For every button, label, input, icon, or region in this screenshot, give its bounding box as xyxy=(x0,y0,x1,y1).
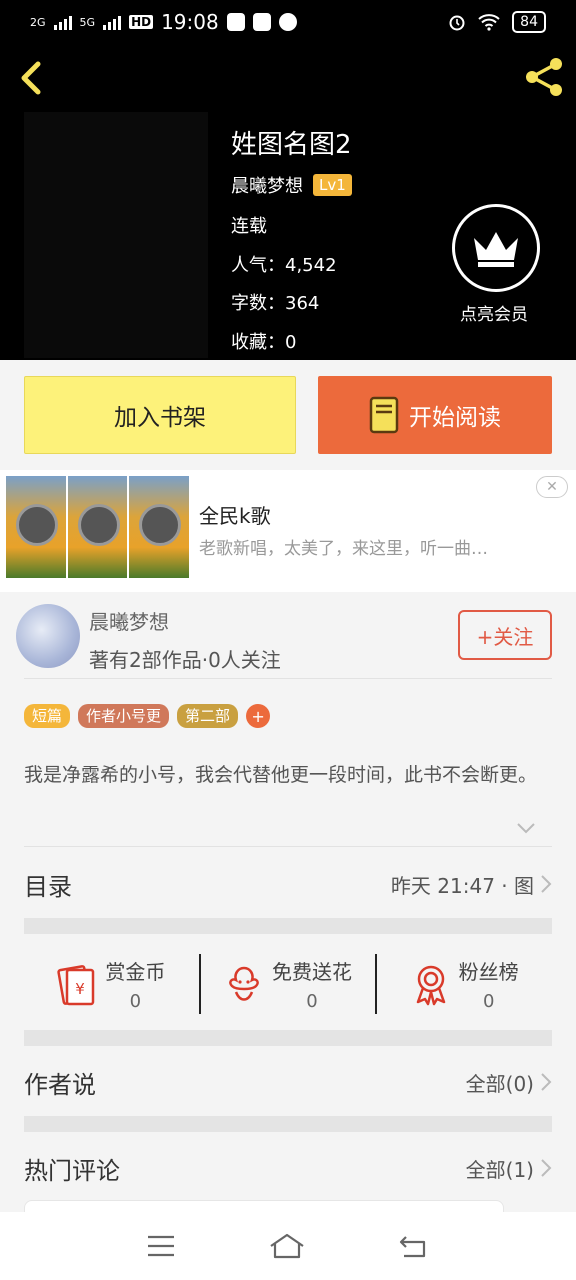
crown-icon xyxy=(474,232,518,267)
section-separator xyxy=(24,918,552,934)
hot-comments-title: 热门评论 xyxy=(24,1156,120,1185)
ad-title[interactable]: 全民k歌 xyxy=(199,500,271,529)
back-icon[interactable] xyxy=(14,58,50,98)
vip-label: 点亮会员 xyxy=(460,305,528,325)
system-nav-bar xyxy=(0,1212,576,1280)
action-area: 加入书架 开始阅读 xyxy=(0,360,576,470)
hot-comments-row[interactable]: 热门评论 全部(1) xyxy=(24,1132,552,1204)
alarm-icon xyxy=(449,15,465,31)
flash-icon xyxy=(252,13,271,31)
author-line: 晨曦梦想 Lv1 xyxy=(231,172,352,198)
author-says-title: 作者说 xyxy=(24,1070,96,1099)
vip-button[interactable]: 点亮会员 xyxy=(452,204,540,325)
chevron-right-icon xyxy=(541,1073,552,1091)
ad-description: 老歌新唱，太美了，来这里，听一曲… xyxy=(199,539,488,559)
flower-icon xyxy=(229,966,259,1001)
chevron-right-icon xyxy=(541,1159,552,1177)
reward-label: 粉丝榜 xyxy=(458,960,519,984)
tag-item[interactable]: 第二部 xyxy=(177,704,239,728)
notification-icon xyxy=(226,13,245,31)
follow-button[interactable]: +关注 xyxy=(458,610,552,660)
book-popularity: 人气：4,542 xyxy=(231,255,337,276)
menu-icon[interactable] xyxy=(146,1234,176,1258)
section-separator xyxy=(24,1116,552,1132)
detail-section: 晨曦梦想 著有2部作品·0人关注 +关注 短篇 作者小号更 第二部 + 我是净露… xyxy=(0,592,576,1240)
wifi-icon xyxy=(478,14,500,31)
book-cover[interactable] xyxy=(24,112,208,358)
book-word-count: 字数：364 xyxy=(231,293,320,314)
author-name[interactable]: 晨曦梦想 xyxy=(231,172,303,198)
network-5g-label: 5G xyxy=(79,15,96,29)
red-envelope-icon: ¥ xyxy=(57,965,95,1006)
book-header: 姓图名图2 晨曦梦想 Lv1 连载 人气：4,542 字数：364 收藏：0 点… xyxy=(0,44,576,360)
book-favorites: 收藏：0 xyxy=(231,332,297,353)
network-2g-label: 2G xyxy=(30,15,46,29)
book-status: 连载 xyxy=(231,216,267,237)
author-profile-name[interactable]: 晨曦梦想 xyxy=(89,606,169,635)
medal-icon xyxy=(416,965,445,1006)
reward-coins[interactable]: ¥ 赏金币 0 xyxy=(24,956,199,1012)
add-to-shelf-button[interactable]: 加入书架 xyxy=(24,376,296,454)
start-reading-label: 开始阅读 xyxy=(409,405,501,431)
ad-close-button[interactable]: ✕ xyxy=(536,476,568,498)
tag-item[interactable]: 短篇 xyxy=(24,704,71,728)
book-description: 我是净露希的小号，我会代替他更一段时间，此书不会断更。 xyxy=(24,764,538,786)
reward-label: 免费送花 xyxy=(272,960,352,984)
catalog-title: 目录 xyxy=(24,872,72,901)
tag-item[interactable]: 作者小号更 xyxy=(78,704,170,728)
ad-banner[interactable]: 全民k歌 老歌新唱，太美了，来这里，听一曲… ✕ xyxy=(0,470,576,592)
signal-icon xyxy=(53,14,72,30)
signal-icon-2 xyxy=(103,14,122,30)
add-tag-button[interactable]: + xyxy=(246,704,271,728)
book-icon xyxy=(369,396,399,434)
level-badge: Lv1 xyxy=(313,174,352,196)
back-nav-icon[interactable] xyxy=(398,1233,430,1259)
author-says-row[interactable]: 作者说 全部(0) xyxy=(24,1046,552,1118)
author-says-count: 全部(0) xyxy=(465,1071,534,1096)
divider xyxy=(24,846,552,847)
catalog-latest: 昨天 21:47 · 图 xyxy=(390,873,534,898)
reward-label: 赏金币 xyxy=(105,960,166,984)
svg-text:¥: ¥ xyxy=(76,980,86,998)
tag-list: 短篇 作者小号更 第二部 + xyxy=(24,704,271,728)
avatar[interactable] xyxy=(16,604,80,668)
reward-bar: ¥ 赏金币 0 免费送花 0 粉丝榜 0 xyxy=(24,936,552,1032)
chevron-right-icon xyxy=(541,875,552,893)
book-title: 姓图名图2 xyxy=(231,130,352,160)
home-icon[interactable] xyxy=(268,1232,306,1260)
ad-image[interactable] xyxy=(6,476,190,578)
chevron-down-icon[interactable] xyxy=(516,822,536,834)
battery-icon: 84 xyxy=(512,11,546,33)
share-icon[interactable] xyxy=(522,54,568,100)
reward-value: 0 xyxy=(482,991,495,1012)
catalog-row[interactable]: 目录 昨天 21:47 · 图 xyxy=(24,848,552,920)
reward-value: 0 xyxy=(129,991,142,1012)
start-reading-button[interactable]: 开始阅读 xyxy=(318,376,552,454)
divider xyxy=(24,678,552,679)
author-stats: 著有2部作品·0人关注 xyxy=(89,648,281,672)
reward-value: 0 xyxy=(306,991,318,1012)
status-time: 19:08 xyxy=(161,10,219,34)
status-bar: 2G 5G HD 19:08 84 xyxy=(0,0,576,44)
reward-flowers[interactable]: 免费送花 0 xyxy=(201,956,376,1012)
section-separator xyxy=(24,1030,552,1046)
reward-fans[interactable]: 粉丝榜 0 xyxy=(377,956,552,1012)
hot-comments-count: 全部(1) xyxy=(465,1157,534,1182)
compass-icon xyxy=(278,13,297,31)
hd-icon: HD xyxy=(129,15,154,29)
